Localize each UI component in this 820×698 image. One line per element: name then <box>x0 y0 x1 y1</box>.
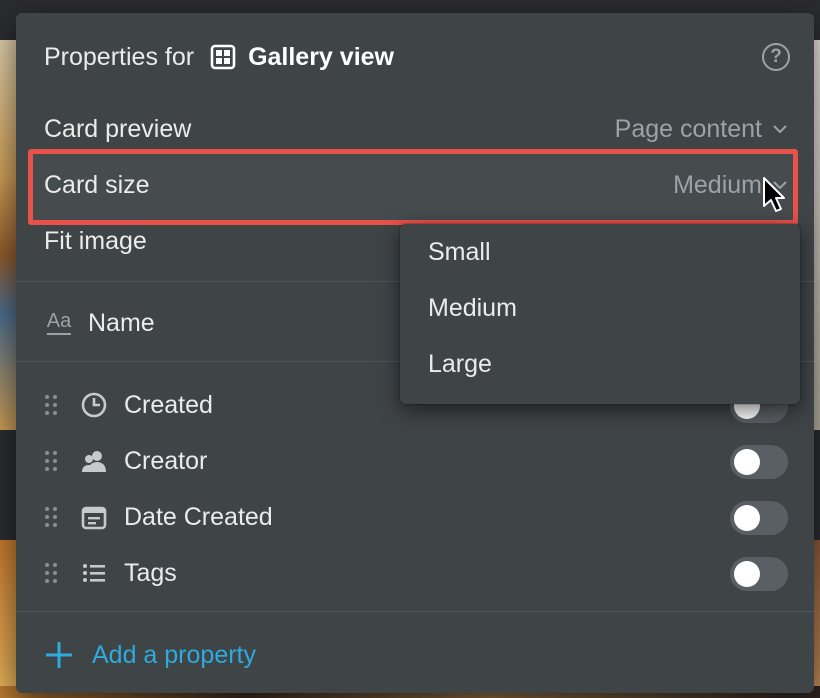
title-property-label: Name <box>88 308 155 337</box>
card-size-highlight-box <box>28 149 798 225</box>
calendar-icon <box>80 503 108 531</box>
property-row-creator[interactable]: Creator <box>44 441 788 481</box>
person-icon <box>80 447 108 475</box>
plus-icon <box>44 640 74 670</box>
help-icon[interactable]: ? <box>762 43 790 71</box>
text-aa-icon: Aa <box>44 309 74 337</box>
drag-handle-icon[interactable] <box>44 505 58 529</box>
card-preview-row[interactable]: Card preview Page content <box>44 109 788 149</box>
property-row-date-created[interactable]: Date Created <box>44 497 788 537</box>
list-icon <box>80 559 108 587</box>
property-toggle[interactable] <box>730 557 788 591</box>
drag-handle-icon[interactable] <box>44 449 58 473</box>
view-name: Gallery view <box>248 42 394 71</box>
drag-handle-icon[interactable] <box>44 561 58 585</box>
mouse-cursor-icon <box>762 176 786 214</box>
property-label: Tags <box>124 558 177 587</box>
property-toggle[interactable] <box>730 445 788 479</box>
property-label: Creator <box>124 446 208 475</box>
header-prefix: Properties for <box>44 42 195 71</box>
toggle-knob <box>734 505 760 531</box>
gallery-grid-icon <box>210 44 236 70</box>
property-label: Created <box>124 390 213 419</box>
card-size-dropdown: Small Medium Large <box>400 224 800 404</box>
fit-image-label: Fit image <box>44 226 147 255</box>
drag-handle-icon[interactable] <box>44 393 58 417</box>
add-property-label: Add a property <box>92 640 256 669</box>
dropdown-option-medium[interactable]: Medium <box>428 288 517 328</box>
chevron-down-icon <box>772 124 788 134</box>
property-toggle[interactable] <box>730 501 788 535</box>
property-label: Date Created <box>124 502 273 531</box>
clock-icon <box>80 391 108 419</box>
divider <box>16 611 814 612</box>
card-preview-label: Card preview <box>44 114 192 143</box>
card-preview-select[interactable]: Page content <box>615 115 788 144</box>
card-preview-value: Page content <box>614 114 762 143</box>
toggle-knob <box>734 449 760 475</box>
dropdown-option-large[interactable]: Large <box>428 344 492 384</box>
toggle-knob <box>734 561 760 587</box>
property-row-tags[interactable]: Tags <box>44 553 788 593</box>
add-property-button[interactable]: Add a property <box>44 635 256 675</box>
panel-header: Properties for Gallery view ? <box>44 41 790 73</box>
dropdown-option-small[interactable]: Small <box>428 232 491 272</box>
